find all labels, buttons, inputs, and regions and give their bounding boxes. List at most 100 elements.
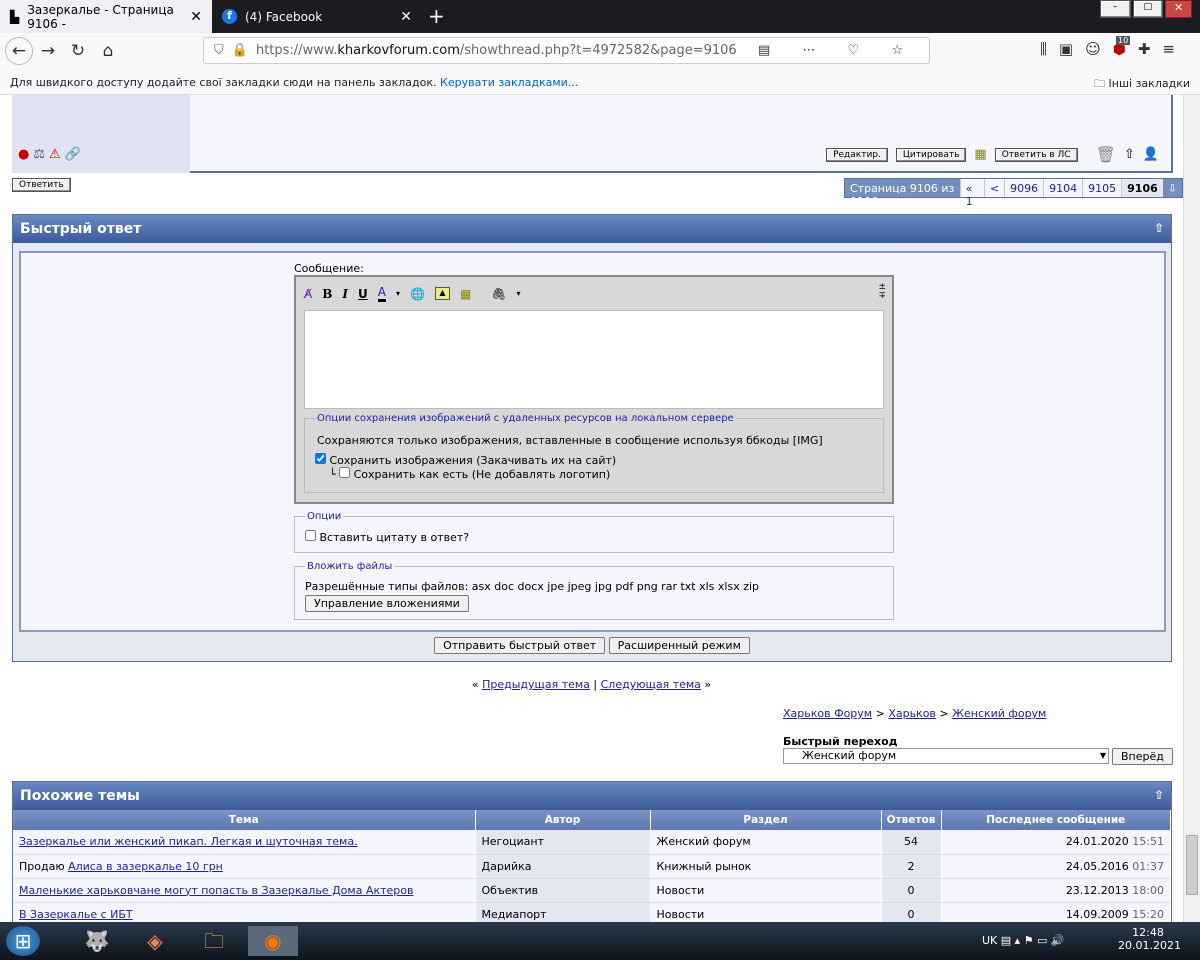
url-bar[interactable]: ⛉ 🔒 https://www.kharkovforum.com/showthre… <box>203 37 930 64</box>
underline-icon[interactable]: U <box>358 287 368 301</box>
replies-cell: 0 <box>881 902 942 922</box>
table-row: Маленькие харьковчане могут попасть в За… <box>13 878 1171 903</box>
page-menu-icon[interactable]: ⇩ <box>1162 179 1182 197</box>
forum-favicon-icon: ▙ <box>10 9 20 24</box>
topic-cell: Маленькие харьковчане могут попасть в За… <box>13 878 476 903</box>
maximize-button[interactable]: □ <box>1132 0 1164 18</box>
topic-link[interactable]: Зазеркалье или женский пикап. Легкая и ш… <box>19 835 358 848</box>
quick-reply-body: Сообщение: A̸ B I U A ▾ 🌐 ▲ ▦ 🖇 ▾ ± ∓ Опции… <box>19 251 1166 632</box>
topic-cell: В Зазеркалье с ИБТ <box>13 902 476 922</box>
page-link[interactable]: 9105 <box>1082 179 1122 197</box>
tab-zazerkalie[interactable]: ▙ Зазеркалье - Страница 9106 - ✕ <box>0 0 212 33</box>
topic-link[interactable]: Маленькие харьковчане могут попасть в За… <box>19 884 413 897</box>
attachment-icon[interactable]: 🖇 <box>491 287 506 301</box>
page-first[interactable]: « 1 <box>959 179 984 208</box>
go-button[interactable]: Вперёд <box>1112 748 1173 765</box>
section-cell: Книжный рынок <box>650 854 882 879</box>
section-cell: Новости <box>650 902 882 922</box>
table-row: Продаю Алиса в зазеркалье 10 грн Дарийка… <box>13 854 1171 879</box>
quick-reply-panel: Быстрый ответ ⇧ Сообщение: A̸ B I U A ▾ 🌐 … <box>12 214 1172 662</box>
toolbar-icons[interactable]: ⫼▣☺⬢✚≡ <box>1040 40 1187 58</box>
clock[interactable]: 12:48 20.01.2021 <box>1118 926 1181 952</box>
manage-bookmarks-link[interactable]: Керувати закладками... <box>440 76 578 89</box>
post-content-cell: Редактир. Цитировать ▦ Ответить в ЛС 🗑 ⇧… <box>190 95 1173 173</box>
tab-bar: ▙ Зазеркалье - Страница 9106 - ✕ f (4) Face… <box>0 0 1200 33</box>
message-textarea[interactable] <box>304 310 884 409</box>
trash-icon[interactable]: 🗑 <box>1096 145 1116 164</box>
breadcrumb-link[interactable]: Харьков <box>888 707 936 720</box>
submit-quick-reply-button[interactable]: Отправить быстрый ответ <box>434 637 606 654</box>
tray: UK ▤ ▴ ⚑ ▭ 🔊 <box>982 934 1065 947</box>
reload-icon[interactable]: ↻ <box>63 41 93 61</box>
reply-pm-button[interactable]: Ответить в ЛС <box>994 147 1078 162</box>
quote-icon[interactable]: ▦ <box>460 287 471 301</box>
author-cell: Медиапорт <box>475 902 651 922</box>
collapse-icon[interactable]: ⇧ <box>1154 221 1164 235</box>
quote-button[interactable]: Цитировать <box>895 147 967 162</box>
close-window-button[interactable]: ✕ <box>1165 0 1193 18</box>
edit-button[interactable]: Редактир. <box>826 147 888 162</box>
post-user-cell: ●⚖⚠🔗 <box>12 95 190 173</box>
next-thread-link[interactable]: Следующая тема <box>601 678 701 691</box>
resize-icon[interactable]: ± ∓ <box>878 283 886 301</box>
top-icon[interactable]: ⇧ <box>1124 147 1135 162</box>
gimp-icon[interactable]: 🐺 <box>80 926 114 956</box>
italic-icon[interactable]: I <box>342 287 348 301</box>
remove-format-icon[interactable]: A̸ <box>304 287 312 301</box>
shield-icon: ⛉ <box>214 43 224 58</box>
page-prev[interactable]: < <box>983 179 1005 197</box>
page-link[interactable]: 9096 <box>1004 179 1044 197</box>
collapse-icon[interactable]: ⇧ <box>1154 788 1164 802</box>
facebook-icon: f <box>222 9 237 24</box>
table-row: Зазеркалье или женский пикап. Легкая и ш… <box>13 830 1171 855</box>
user-chat-icon[interactable]: 👤 <box>1143 147 1159 162</box>
minimize-button[interactable]: – <box>1100 0 1131 18</box>
manage-attachments-button[interactable]: Управление вложениями <box>305 595 469 612</box>
bold-icon[interactable]: B <box>322 287 332 301</box>
url-actions-icon[interactable]: ▤ ⋯ ♡ ☆ <box>758 43 917 58</box>
save-as-is-option[interactable]: └ Сохранить как есть (Не добавлять логот… <box>329 467 873 481</box>
explorer-icon[interactable]: 🗀 <box>197 926 231 956</box>
post-status-icons[interactable]: ●⚖⚠🔗 <box>18 147 85 162</box>
other-bookmarks[interactable]: 🗀 Інші закладки <box>1094 75 1190 94</box>
topic-link[interactable]: В Зазеркалье с ИБТ <box>19 908 133 921</box>
ublock-badge: 10 <box>1116 36 1131 45</box>
scrollbar-thumb[interactable] <box>1186 835 1198 895</box>
lang-indicator[interactable]: UK <box>982 934 997 947</box>
app-eye-icon[interactable]: ◈ <box>138 926 172 956</box>
similar-header: Похожие темы ⇧ <box>13 782 1171 810</box>
reply-button[interactable]: Ответить <box>12 178 71 192</box>
replies-cell: 2 <box>881 854 942 879</box>
last-post-cell: 23.12.2013 18:00 <box>941 878 1171 903</box>
insert-quote-option[interactable]: Вставить цитату в ответ? <box>305 530 883 544</box>
image-options: Опции сохранения изображений с удаленных… <box>304 413 884 493</box>
author-cell: Дарийка <box>475 854 651 879</box>
firefox-icon[interactable]: ◉ <box>248 926 298 956</box>
tab-facebook[interactable]: f (4) Facebook ✕ <box>212 0 422 33</box>
quick-nav-select[interactable]: Женский форум ▼ <box>783 748 1109 764</box>
thread-nav: « Предыдущая тема | Следующая тема » <box>471 678 712 691</box>
start-button[interactable]: ⊞ <box>6 926 40 956</box>
link-icon[interactable]: 🌐 <box>410 287 425 301</box>
back-icon[interactable]: ← <box>5 36 33 65</box>
close-tab-icon[interactable]: ✕ <box>400 9 412 25</box>
font-color-icon[interactable]: A <box>377 285 386 302</box>
new-tab-button[interactable]: + <box>428 4 445 28</box>
taskbar: ⊞ 🐺 ◈ 🗀 ◉ UK ▤ ▴ ⚑ ▭ 🔊 12:48 20.01.2021 <box>0 922 1200 960</box>
home-icon[interactable]: ⌂ <box>93 41 123 61</box>
page-link[interactable]: 9104 <box>1043 179 1083 197</box>
forward-icon[interactable]: → <box>33 41 63 61</box>
multi-quote-icon[interactable]: ▦ <box>974 147 986 162</box>
insert-image-icon[interactable]: ▲ <box>434 287 450 300</box>
options-fieldset: Опции Вставить цитату в ответ? <box>294 511 894 553</box>
prev-thread-link[interactable]: Предыдущая тема <box>482 678 590 691</box>
close-tab-icon[interactable]: ✕ <box>190 9 202 25</box>
save-images-option[interactable]: Сохранить изображения (Закачивать их на … <box>315 453 873 467</box>
section-cell: Женский форум <box>650 830 882 855</box>
breadcrumb-link[interactable]: Харьков Форум <box>783 707 872 720</box>
bookmarks-bar: Для швидкого доступу додайте свої заклад… <box>0 68 1200 95</box>
topic-link[interactable]: Алиса в зазеркалье 10 грн <box>68 860 223 873</box>
scrollbar[interactable] <box>1183 95 1200 922</box>
breadcrumb-link[interactable]: Женский форум <box>952 707 1046 720</box>
advanced-mode-button[interactable]: Расширенный режим <box>608 637 750 654</box>
